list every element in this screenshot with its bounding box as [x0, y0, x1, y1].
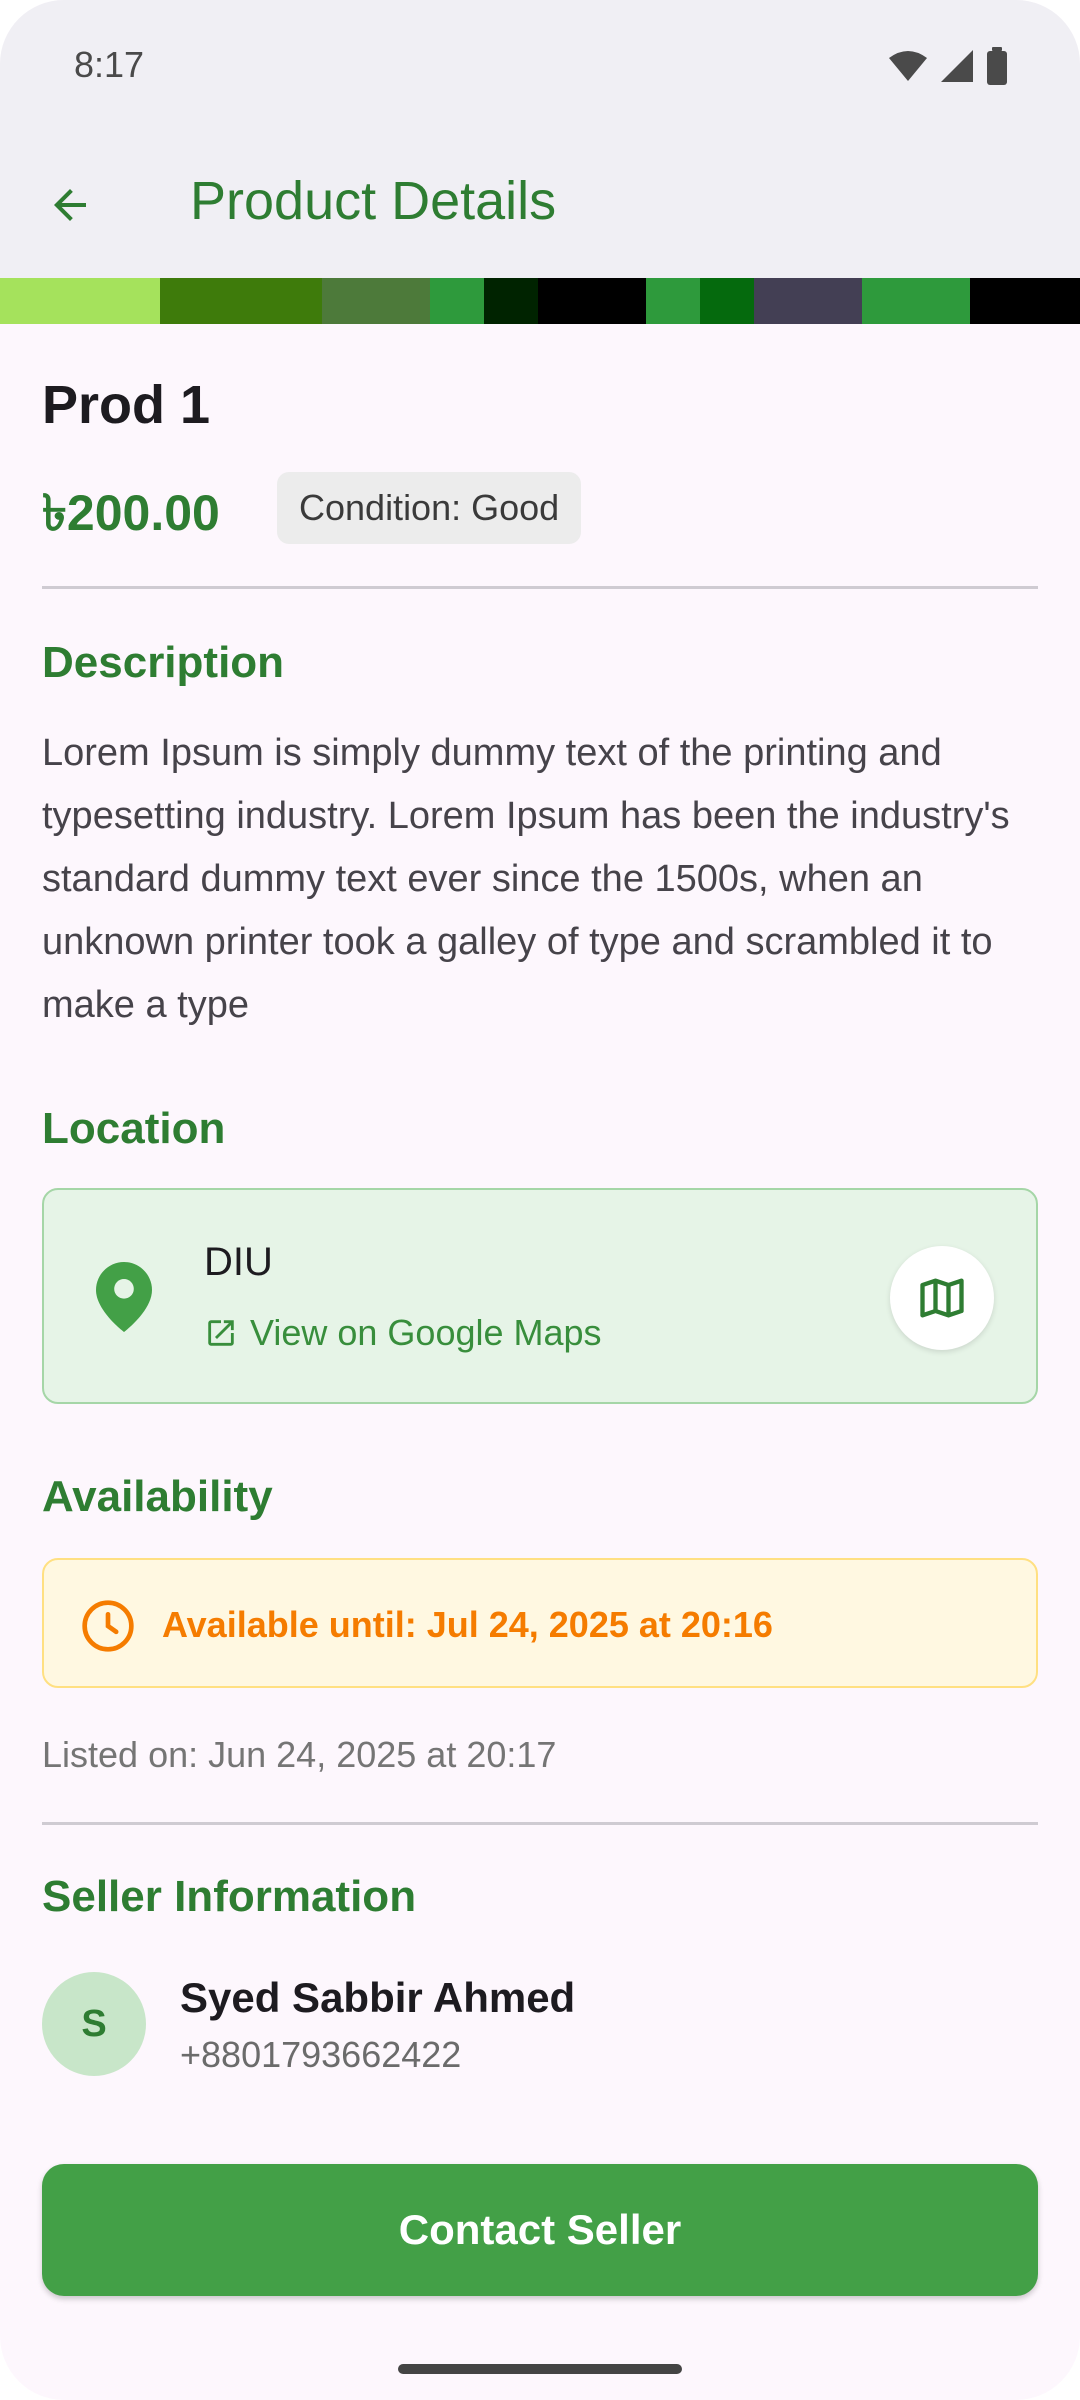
image-strip-segment: [160, 278, 322, 324]
condition-chip: Condition: Good: [277, 472, 582, 544]
app-bar: Product Details: [0, 130, 1080, 278]
status-time: 8:17: [74, 44, 145, 85]
product-price: ৳200.00: [42, 485, 220, 541]
image-strip-segment: [646, 278, 700, 324]
page-title: Product Details: [190, 171, 557, 231]
contact-seller-button[interactable]: Contact Seller: [42, 2164, 1038, 2296]
image-strip-segment: [754, 278, 862, 324]
description-heading: Description: [42, 638, 285, 687]
battery-icon: [987, 47, 1007, 85]
arrow-back-icon: [54, 189, 86, 221]
seller-name: Syed Sabbir Ahmed: [180, 1974, 576, 2021]
divider: [42, 1822, 1038, 1825]
available-until-text: Available until: Jul 24, 2025 at 20:16: [162, 1604, 773, 1645]
home-indicator[interactable]: [398, 2364, 682, 2374]
location-card: DIU View on Google Maps: [42, 1188, 1038, 1404]
map-icon: [920, 1278, 964, 1318]
seller-information-heading: Seller Information: [42, 1872, 417, 1921]
status-icons: [888, 46, 1008, 86]
image-strip-segment: [538, 278, 646, 324]
open-map-button[interactable]: [890, 1246, 994, 1350]
phone-screen: 8:17 Product Details Prod 1 ৳200.00 Cond…: [0, 0, 1080, 2400]
image-strip-segment: [0, 278, 160, 324]
back-button[interactable]: [30, 165, 110, 245]
signal-icon: [941, 50, 973, 82]
open-in-new-icon: [208, 1320, 234, 1346]
image-strip-segment: [970, 278, 1080, 324]
image-strip-segment: [430, 278, 484, 324]
status-bar: 8:17: [0, 0, 1080, 130]
availability-card: Available until: Jul 24, 2025 at 20:16: [42, 1558, 1038, 1688]
wifi-icon: [889, 51, 927, 81]
seller-phone: +8801793662422: [180, 2034, 462, 2075]
image-strip-segment: [700, 278, 754, 324]
location-name: DIU: [204, 1240, 273, 1284]
image-strip-segment: [862, 278, 970, 324]
description-text: Lorem Ipsum is simply dummy text of the …: [42, 732, 1010, 1026]
maps-link-label: View on Google Maps: [250, 1312, 602, 1353]
location-heading: Location: [42, 1104, 226, 1153]
image-strip-segment: [484, 278, 538, 324]
availability-heading: Availability: [42, 1472, 273, 1521]
clock-icon: [82, 1600, 134, 1652]
divider: [42, 586, 1038, 589]
avatar: S: [42, 1972, 146, 2076]
location-pin-icon: [96, 1262, 152, 1332]
listed-on-text: Listed on: Jun 24, 2025 at 20:17: [42, 1734, 557, 1775]
view-on-google-maps-link[interactable]: View on Google Maps: [204, 1312, 602, 1354]
product-image-strip[interactable]: [0, 278, 1080, 324]
product-title: Prod 1: [42, 375, 211, 435]
image-strip-segment: [322, 278, 430, 324]
